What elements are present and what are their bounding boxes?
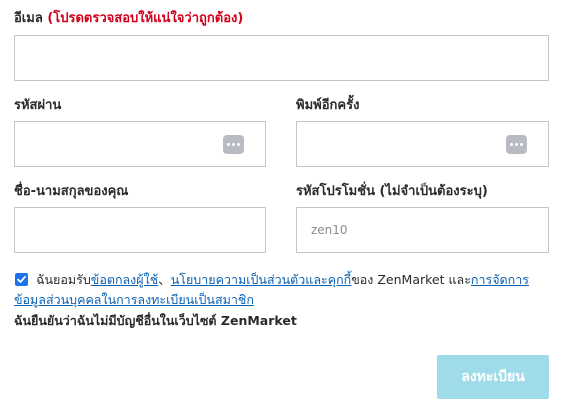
email-label: อีเมล (โปรดตรวจสอบให้แน่ใจว่าถูกต้อง) <box>14 10 243 28</box>
name-input[interactable] <box>15 208 265 252</box>
terms-middle: ของ ZenMarket และ <box>351 272 471 287</box>
password-dots-icon[interactable] <box>506 135 527 154</box>
name-label: ชื่อ-นามสกุลของคุณ <box>14 184 129 199</box>
promo-field[interactable] <box>296 207 549 253</box>
terms-text: ฉันยอมรับข้อตกลงผู้ใช้、นโยบายความเป็นส่ว… <box>14 270 534 310</box>
privacy-policy-link[interactable]: นโยบายความเป็นส่วนตัวและคุกกี้ <box>171 272 352 287</box>
account-confirm-text: ฉันยืนยันว่าฉันไม่มีบัญชีอื่นในเว็บไซต์ … <box>14 313 297 328</box>
email-input[interactable] <box>15 36 548 80</box>
promo-input[interactable] <box>297 208 548 252</box>
password-field[interactable] <box>14 121 266 167</box>
email-hint: (โปรดตรวจสอบให้แน่ใจว่าถูกต้อง) <box>47 11 244 26</box>
terms-prefix: ฉันยอมรับ <box>36 272 91 287</box>
email-label-text: อีเมล <box>14 11 43 26</box>
password-confirm-field[interactable] <box>296 121 549 167</box>
name-field[interactable] <box>14 207 266 253</box>
user-agreement-link[interactable]: ข้อตกลงผู้ใช้ <box>91 272 158 287</box>
promo-label: รหัสโปรโมชั่น (ไม่จำเป็นต้องระบุ) <box>296 184 488 199</box>
password-dots-icon[interactable] <box>223 135 244 154</box>
email-field[interactable] <box>14 35 549 81</box>
password-label: รหัสผ่าน <box>14 98 62 113</box>
terms-separator: 、 <box>158 272 171 287</box>
password-confirm-label: พิมพ์อีกครั้ง <box>296 98 360 113</box>
register-button[interactable]: ลงทะเบียน <box>437 355 549 399</box>
